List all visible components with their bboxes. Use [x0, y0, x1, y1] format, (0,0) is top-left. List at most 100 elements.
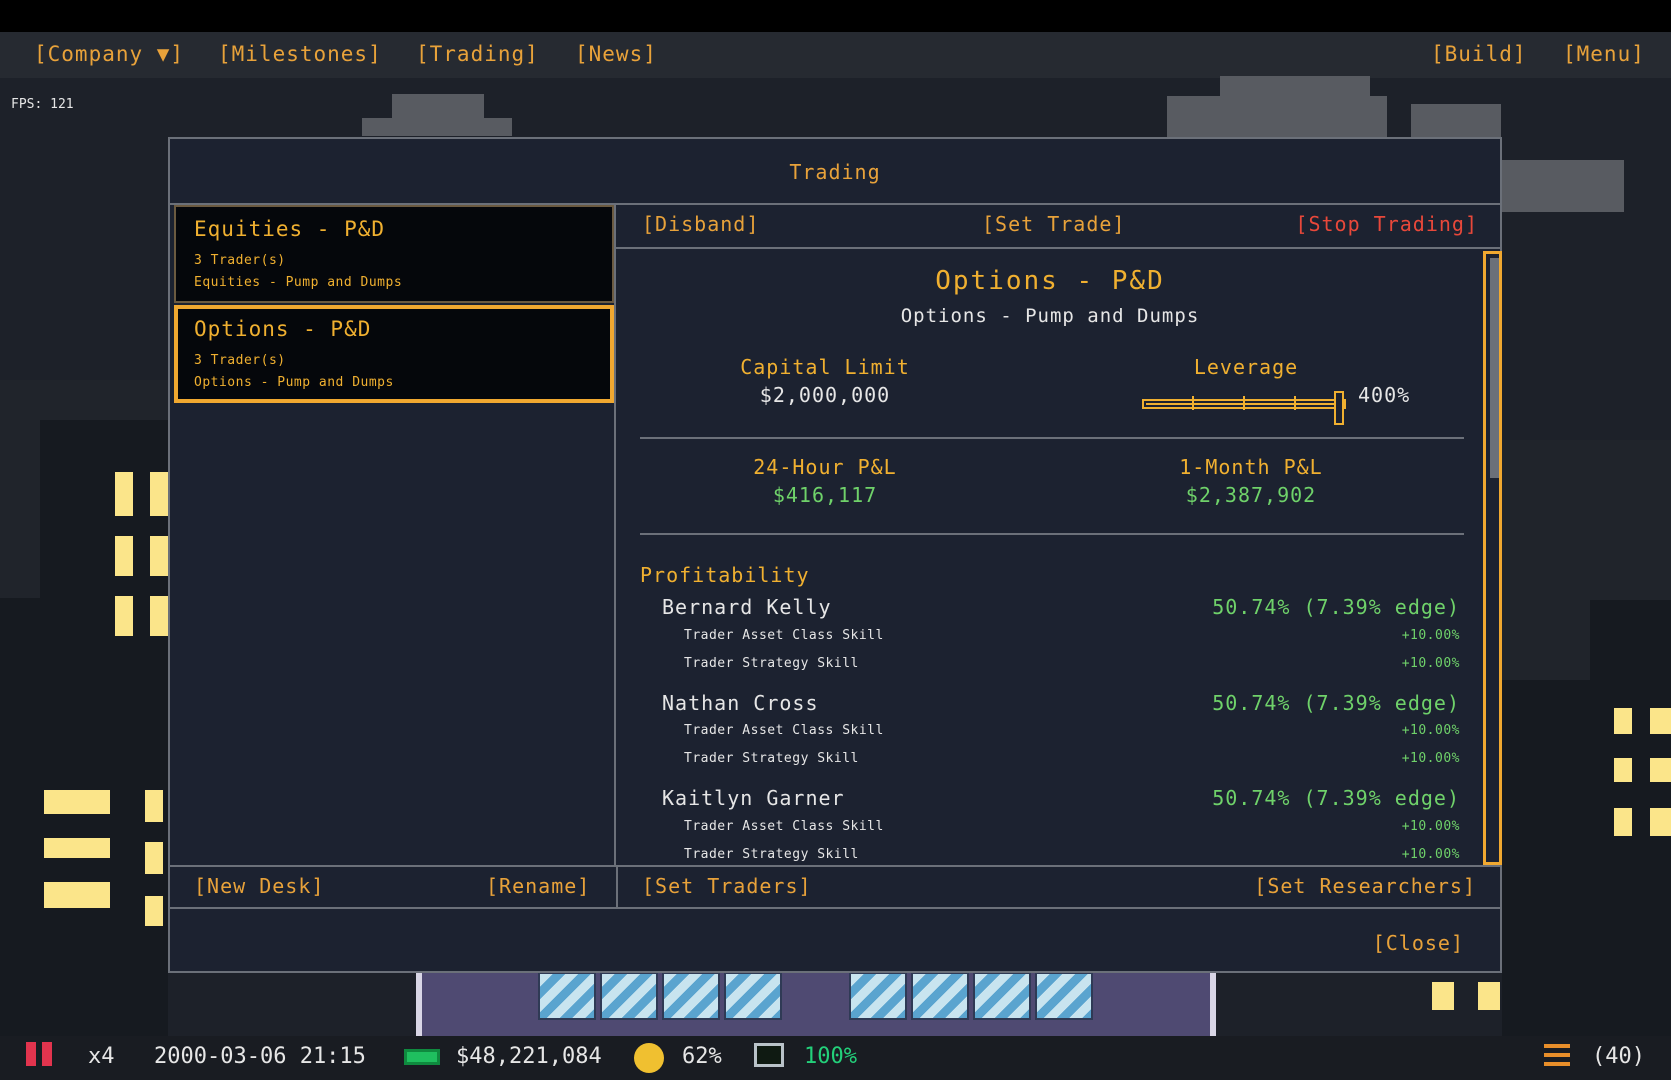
game-datetime: 2000-03-06 21:15 — [154, 1044, 366, 1069]
scrollbar-thumb[interactable] — [1490, 258, 1499, 478]
company-menu[interactable]: [Company ▼] — [34, 42, 184, 66]
window-light — [145, 842, 163, 874]
window-light — [1478, 982, 1500, 1010]
pnl-1m-value: $2,387,902 — [1185, 483, 1317, 507]
milestones-menu[interactable]: [Milestones] — [218, 42, 382, 66]
trader-profitability: 50.74% (7.39% edge) — [1212, 691, 1460, 715]
detail-scrollbar[interactable] — [1483, 251, 1502, 865]
leverage-slider-handle[interactable] — [1334, 391, 1344, 425]
rename-button[interactable]: [Rename] — [486, 874, 590, 898]
window-light — [1432, 982, 1454, 1010]
trader-name: Bernard Kelly — [662, 595, 832, 619]
desk-detail-pane: [Disband] [Set Trade] [Stop Trading] Opt… — [616, 205, 1502, 865]
main-menu[interactable]: [Menu] — [1563, 42, 1645, 66]
capital-limit-value: $2,000,000 — [759, 383, 891, 407]
cash-icon — [404, 1049, 440, 1065]
trading-dialog: Trading Equities - P&D 3 Trader(s) Equit… — [168, 137, 1502, 973]
set-traders-button[interactable]: [Set Traders] — [642, 874, 812, 898]
storefront-building — [416, 970, 1216, 1036]
desk-strategy: Options - Pump and Dumps — [194, 375, 394, 390]
desk-item-selected[interactable]: Options - P&D 3 Trader(s) Options - Pump… — [174, 305, 614, 403]
window-light — [44, 838, 110, 858]
pause-icon[interactable] — [42, 1042, 52, 1066]
cloud — [362, 118, 512, 136]
uptime-value: 100% — [804, 1044, 857, 1069]
list-icon[interactable] — [1544, 1044, 1570, 1070]
shop-window — [1035, 972, 1093, 1020]
skill-name: Trader Strategy Skill — [684, 751, 859, 766]
dialog-title: Trading — [170, 139, 1500, 205]
capital-limit-label: Capital Limit — [740, 355, 910, 379]
leverage-slider[interactable] — [1142, 391, 1348, 425]
desk-strategy: Equities - Pump and Dumps — [194, 275, 403, 290]
game-speed[interactable]: x4 — [88, 1044, 115, 1069]
shop-window — [538, 972, 596, 1020]
leverage-value: 400% — [1358, 383, 1411, 407]
window-light — [145, 896, 163, 926]
set-trade-button[interactable]: [Set Trade] — [982, 212, 1125, 236]
dialog-bottom-actions: [New Desk] [Rename] [Set Traders] [Set R… — [170, 865, 1500, 909]
set-researchers-button[interactable]: [Set Researchers] — [1254, 874, 1476, 898]
build-menu[interactable]: [Build] — [1431, 42, 1527, 66]
pause-icon[interactable] — [26, 1042, 36, 1066]
disband-button[interactable]: [Disband] — [642, 212, 759, 236]
shop-window — [973, 972, 1031, 1020]
slider-tick — [1294, 396, 1296, 410]
cloud — [1220, 76, 1370, 100]
news-menu[interactable]: [News] — [575, 42, 657, 66]
shop-window — [662, 972, 720, 1020]
building — [1590, 600, 1671, 1080]
trading-menu[interactable]: [Trading] — [416, 42, 539, 66]
shop-window — [724, 972, 782, 1020]
skill-value: +10.00% — [1401, 723, 1460, 738]
window-light — [150, 472, 168, 516]
cloud — [1167, 96, 1387, 138]
top-menu-bar: [Company ▼] [Milestones] [Trading] [News… — [0, 32, 1671, 78]
pnl-24h-value: $416,117 — [772, 483, 878, 507]
skill-name: Trader Asset Class Skill — [684, 723, 884, 738]
cloud — [1502, 160, 1624, 212]
queue-count: (40) — [1592, 1044, 1645, 1069]
desk-trader-count: 3 Trader(s) — [194, 253, 286, 268]
window-light — [115, 472, 133, 516]
skill-name: Trader Asset Class Skill — [684, 628, 884, 643]
window-light — [115, 536, 133, 576]
building — [1502, 680, 1602, 1080]
pnl-1m-label: 1-Month P&L — [1179, 455, 1323, 479]
skill-name: Trader Strategy Skill — [684, 656, 859, 671]
shop-window — [600, 972, 658, 1020]
cloud — [1411, 104, 1501, 138]
desk-detail-title: Options - P&D — [935, 266, 1165, 296]
skill-name: Trader Asset Class Skill — [684, 819, 884, 834]
window-light — [1614, 708, 1632, 734]
trader-profitability: 50.74% (7.39% edge) — [1212, 786, 1460, 810]
skill-value: +10.00% — [1401, 847, 1460, 862]
skill-value: +10.00% — [1401, 628, 1460, 643]
desk-detail-subtitle: Options - Pump and Dumps — [900, 305, 1200, 327]
divider — [616, 867, 618, 909]
smiley-icon — [634, 1043, 664, 1073]
slider-tick — [1192, 396, 1194, 410]
profitability-heading: Profitability — [640, 563, 810, 587]
desk-name: Options - P&D — [194, 317, 372, 341]
divider — [640, 533, 1464, 535]
happiness-value: 62% — [682, 1044, 722, 1069]
desk-detail-scroll[interactable]: Options - P&D Options - Pump and Dumps C… — [616, 251, 1484, 865]
cloud — [392, 94, 484, 120]
skill-value: +10.00% — [1401, 656, 1460, 671]
skill-value: +10.00% — [1401, 751, 1460, 766]
window-light — [1650, 708, 1671, 734]
cash-balance: $48,221,084 — [456, 1044, 602, 1069]
trader-profitability: 50.74% (7.39% edge) — [1212, 595, 1460, 619]
stop-trading-button[interactable]: [Stop Trading] — [1295, 212, 1478, 236]
shop-window — [849, 972, 907, 1020]
desk-item[interactable]: Equities - P&D 3 Trader(s) Equities - Pu… — [174, 205, 614, 303]
fps-counter: FPS: 121 — [11, 97, 74, 112]
new-desk-button[interactable]: [New Desk] — [194, 874, 324, 898]
window-light — [145, 790, 163, 822]
close-button[interactable]: [Close] — [1373, 931, 1464, 955]
desk-name: Equities - P&D — [194, 217, 386, 241]
window-light — [150, 596, 168, 636]
window-light — [1650, 808, 1671, 836]
trader-name: Kaitlyn Garner — [662, 786, 845, 810]
